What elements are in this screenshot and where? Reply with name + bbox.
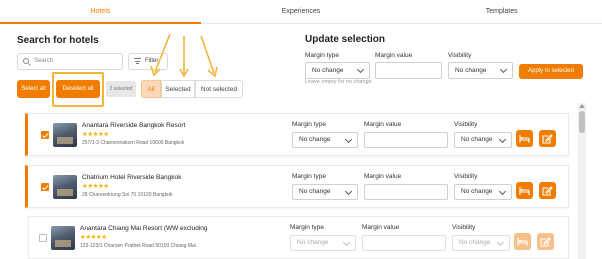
hotel-margin-type-label: Margin type: [292, 121, 326, 128]
hotel-card: Anantara Riverside Bangkok Resort ★★★★★ …: [25, 113, 569, 156]
margin-type-label: Margin type: [305, 52, 339, 59]
filter-icon: [134, 58, 141, 64]
hotel-margin-value-label: Margin value: [364, 173, 402, 180]
bed-icon[interactable]: [514, 233, 531, 250]
hotel-margin-value-input[interactable]: [364, 184, 448, 200]
update-hint: Leave empty for no change: [305, 79, 372, 85]
hotel-thumbnail: [53, 123, 77, 147]
select-all-button[interactable]: Select all: [17, 80, 50, 98]
hotel-address: 257/1-3 Charoennakorn Road 10600 Bangkok: [82, 140, 185, 146]
tab-bar: Hotels Experiences Templates: [0, 0, 602, 24]
filter-segment-selected[interactable]: Selected: [161, 80, 195, 98]
hotel-checkbox[interactable]: [41, 183, 49, 191]
tab-templates[interactable]: Templates: [401, 0, 602, 23]
hotel-visibility-label: Visibility: [454, 173, 478, 180]
hotel-thumbnail: [53, 175, 77, 199]
edit-icon[interactable]: [537, 233, 554, 250]
update-title: Update selection: [305, 34, 386, 45]
arrow-annotation-icon: [200, 35, 218, 78]
hotel-name: Chatrium Hotel Riverside Bangkok: [82, 174, 182, 181]
hotel-margin-value-label: Margin value: [362, 224, 400, 231]
hotel-checkbox[interactable]: [39, 234, 47, 242]
search-title: Search for hotels: [17, 35, 99, 46]
search-icon: [23, 58, 29, 64]
hotel-list: Anantara Riverside Bangkok Resort ★★★★★ …: [25, 113, 569, 259]
hotel-margin-value-input[interactable]: [364, 132, 448, 148]
hotel-name: Anantara Chiang Mai Resort (WW excluding: [80, 225, 208, 232]
hotel-card: Chatrium Hotel Riverside Bangkok ★★★★★ 2…: [25, 165, 569, 208]
hotel-stars: ★★★★★: [82, 130, 109, 138]
hotel-margin-type-select[interactable]: No change: [292, 184, 358, 200]
bed-icon[interactable]: [516, 182, 533, 199]
list-scrollbar[interactable]: [578, 103, 586, 259]
hotel-visibility-label: Visibility: [454, 121, 478, 128]
margin-type-select[interactable]: No change: [305, 62, 370, 79]
scrollbar-thumb[interactable]: [579, 111, 585, 133]
hotel-margin-type-label: Margin type: [290, 224, 324, 231]
visibility-label: Visibility: [448, 52, 472, 59]
arrow-annotation-icon: [179, 36, 189, 78]
deselect-all-button[interactable]: Deselect all: [56, 80, 100, 98]
bed-icon[interactable]: [516, 130, 533, 147]
edit-icon[interactable]: [539, 182, 556, 199]
search-placeholder: Search: [34, 58, 54, 64]
hotel-margin-value-label: Margin value: [364, 121, 402, 128]
hotel-address: 123-123/1 Charoen Prathet Road 50100 Chi…: [80, 243, 196, 249]
hotel-stars: ★★★★★: [82, 182, 109, 190]
hotel-stars: ★★★★★: [80, 233, 107, 241]
hotel-margin-type-label: Margin type: [292, 173, 326, 180]
hotel-margin-type-select[interactable]: No change: [292, 132, 358, 148]
margin-value-label: Margin value: [375, 52, 413, 59]
filter-segment-not-selected[interactable]: Not selected: [195, 80, 243, 98]
hotel-visibility-select[interactable]: No change: [454, 184, 512, 200]
scroll-up-icon[interactable]: [579, 104, 585, 108]
hotel-visibility-select[interactable]: No change: [454, 132, 512, 148]
tab-experiences[interactable]: Experiences: [201, 0, 402, 23]
edit-icon[interactable]: [539, 130, 556, 147]
hotel-thumbnail: [51, 226, 75, 250]
hotel-address: 28 Charoenkrung Soi 70 10120 Bangkok: [82, 192, 173, 198]
apply-to-selected-button[interactable]: Apply to selected: [519, 64, 583, 79]
hotel-margin-value-input[interactable]: [362, 235, 446, 251]
visibility-select[interactable]: No change: [448, 62, 513, 79]
hotel-margin-type-select[interactable]: No change: [290, 235, 356, 251]
hotel-card: Anantara Chiang Mai Resort (WW excluding…: [28, 216, 569, 259]
hotel-name: Anantara Riverside Bangkok Resort: [82, 122, 186, 129]
search-input[interactable]: Search: [17, 53, 123, 70]
arrow-annotation-icon: [150, 33, 171, 77]
hotel-visibility-select[interactable]: No change: [452, 235, 510, 251]
margin-value-input[interactable]: [375, 62, 442, 79]
hotel-checkbox[interactable]: [41, 131, 49, 139]
selected-count-badge: 2 selected: [106, 81, 136, 97]
hotel-visibility-label: Visibility: [452, 224, 476, 231]
filter-segment-all[interactable]: All: [141, 80, 161, 98]
tab-hotels[interactable]: Hotels: [0, 0, 201, 24]
